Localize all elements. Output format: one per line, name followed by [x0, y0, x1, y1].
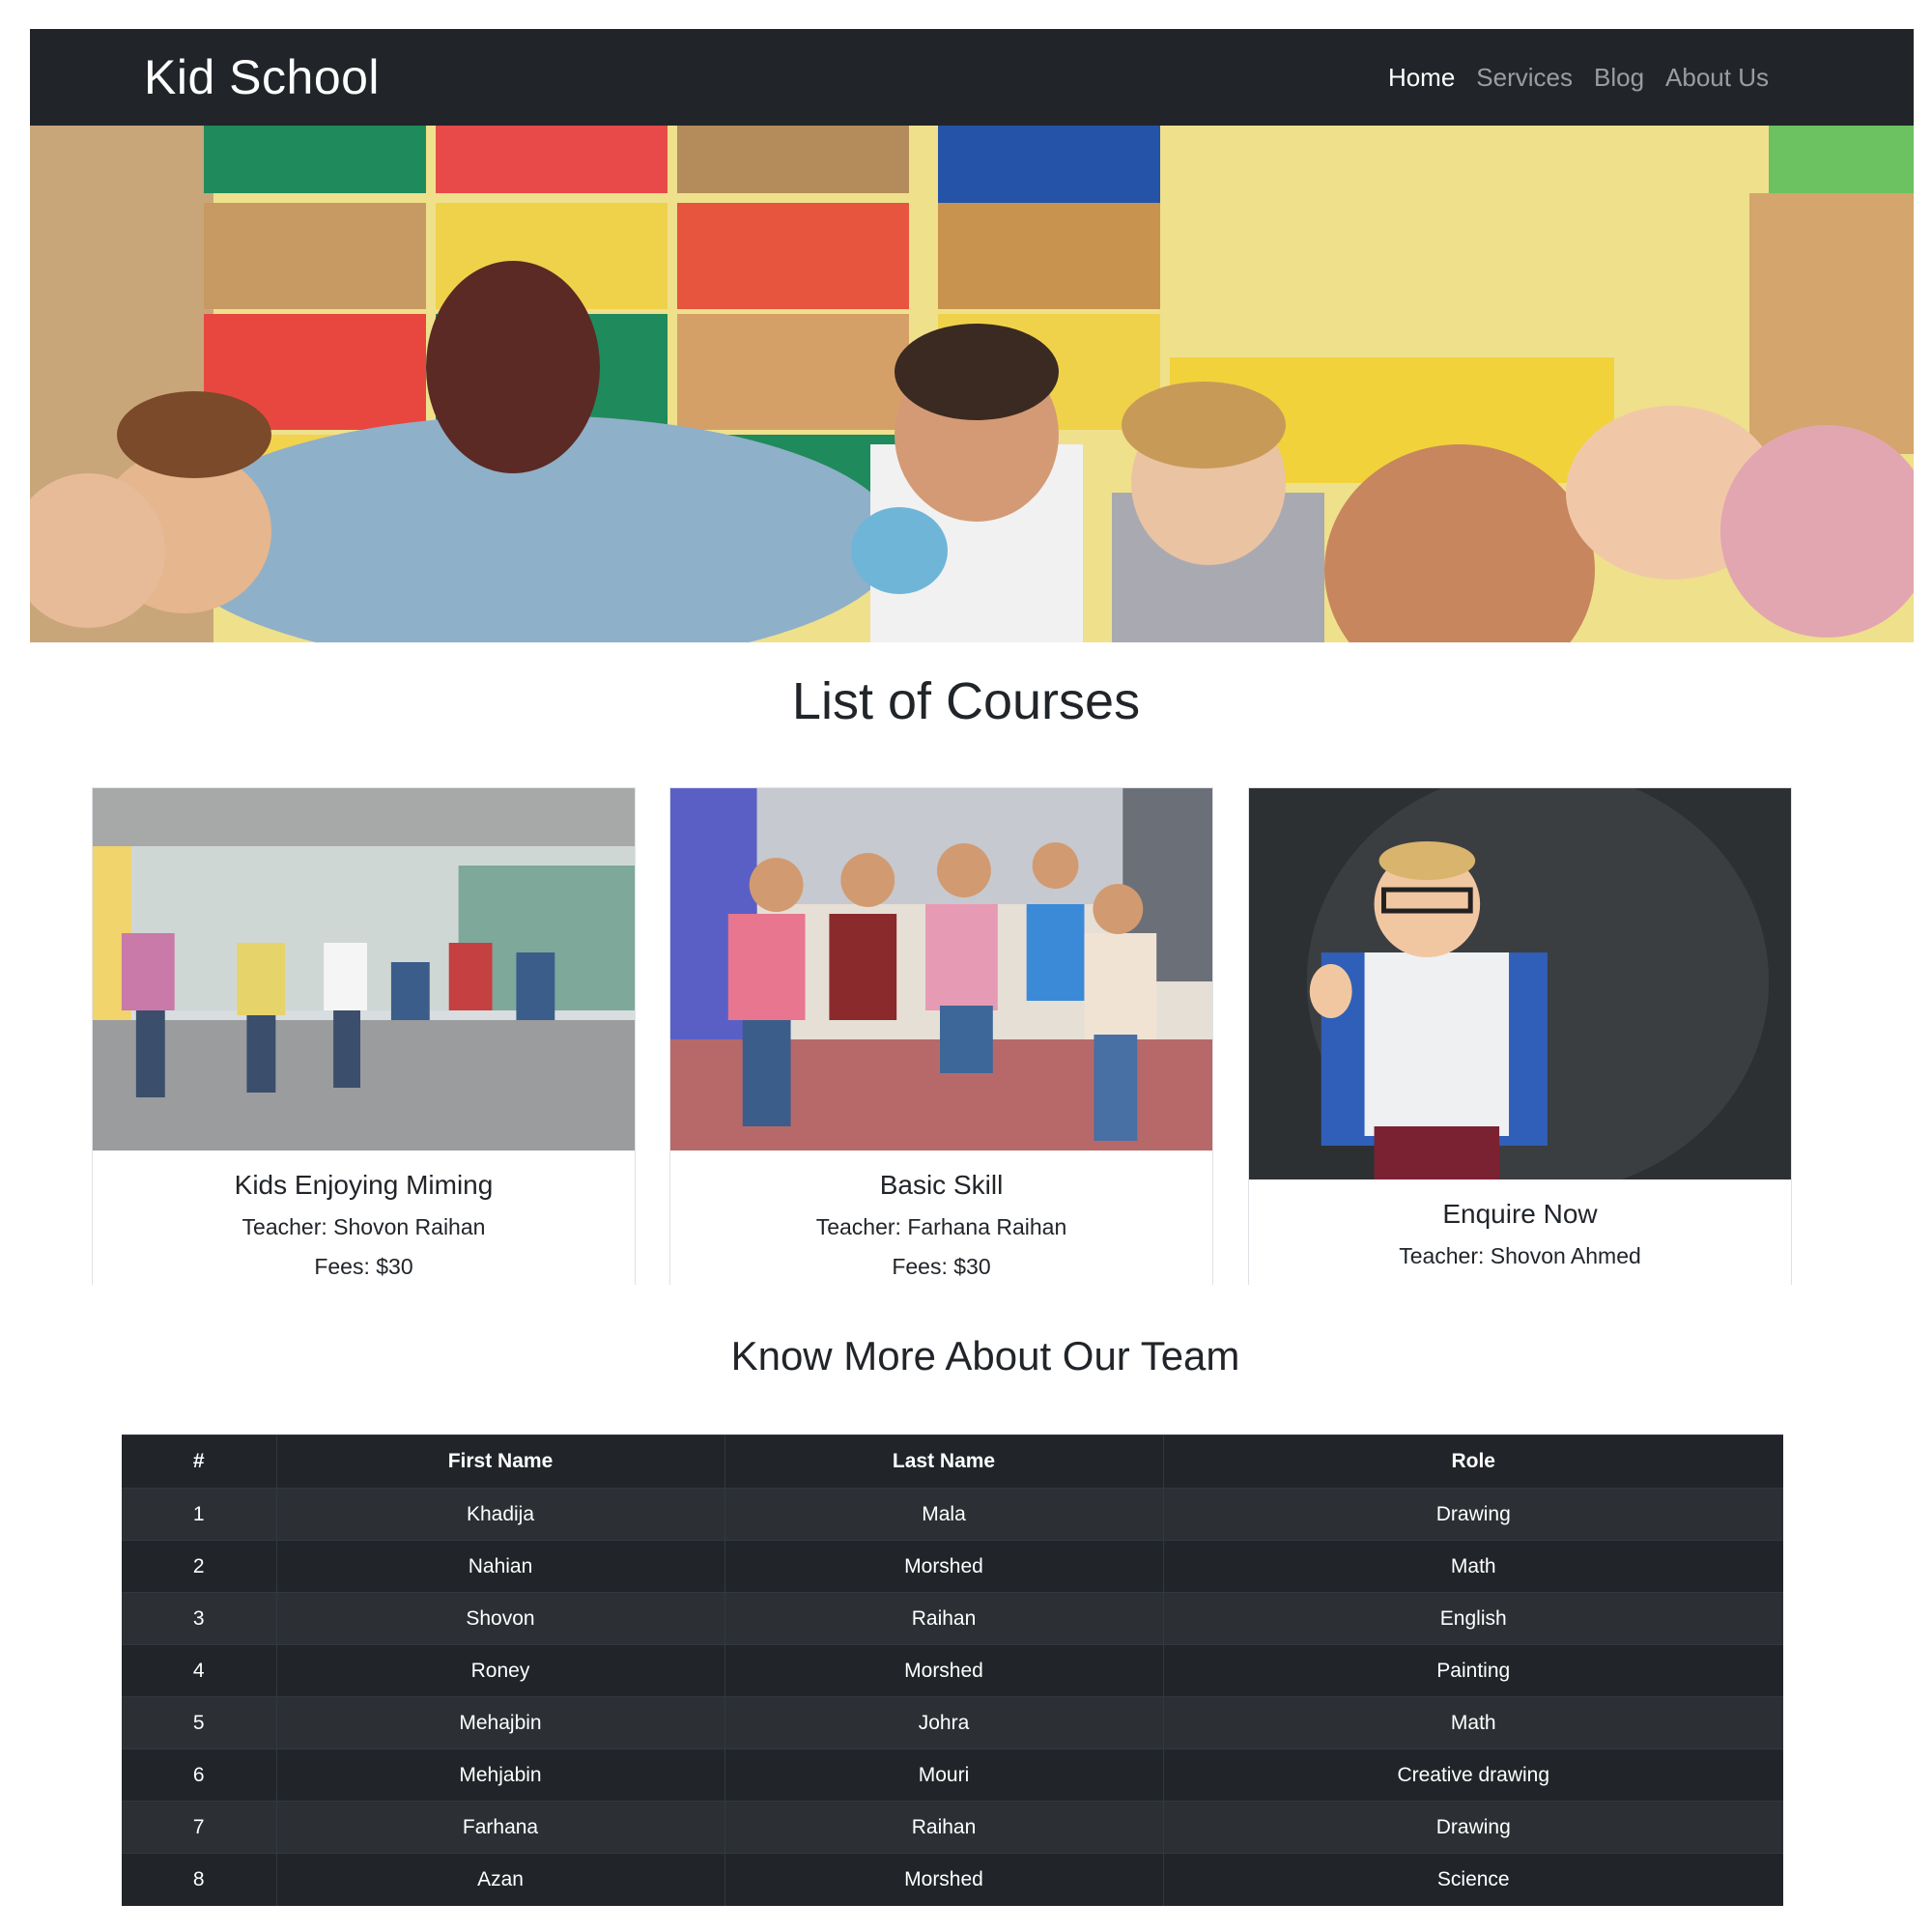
brand-logo[interactable]: Kid School	[144, 49, 380, 105]
cell-last-name: Morshed	[724, 1540, 1164, 1593]
cell-last-name: Mouri	[724, 1748, 1164, 1802]
course-card[interactable]: Enquire Now Teacher: Shovon Ahmed	[1248, 787, 1792, 1285]
cell-last-name: Johra	[724, 1696, 1164, 1749]
table-row: 3 Shovon Raihan English	[122, 1592, 1783, 1645]
cell-first-name: Azan	[276, 1853, 725, 1906]
course-teacher: Teacher: Shovon Ahmed	[1399, 1243, 1641, 1268]
cell-role: Math	[1163, 1540, 1783, 1593]
nav-link-blog[interactable]: Blog	[1594, 63, 1644, 93]
cell-last-name: Raihan	[724, 1592, 1164, 1645]
hero-banner-image	[30, 126, 1914, 642]
course-card-body: Basic Skill Teacher: Farhana Raihan Fees…	[670, 1151, 1212, 1280]
nav-link-home[interactable]: Home	[1388, 63, 1455, 93]
nav-links: Home Services Blog About Us	[1388, 63, 1769, 93]
cell-role: Drawing	[1163, 1801, 1783, 1854]
courses-title: List of Courses	[791, 672, 1141, 730]
table-header-number: #	[122, 1435, 277, 1489]
course-fees: Fees: $30	[892, 1254, 991, 1279]
cell-first-name: Roney	[276, 1644, 725, 1697]
page: Kid School Home Services Blog About Us L…	[0, 0, 1932, 1932]
table-header-first-name: First Name	[276, 1435, 725, 1489]
course-card-body: Enquire Now Teacher: Shovon Ahmed	[1249, 1179, 1791, 1269]
course-fees: Fees: $30	[314, 1254, 413, 1279]
kids-backpacks-photo	[670, 788, 1212, 1151]
table-row: 1 Khadija Mala Drawing	[122, 1488, 1783, 1541]
hero-photo	[30, 126, 1914, 642]
course-title: Basic Skill	[879, 1170, 1004, 1200]
course-card-image	[670, 788, 1212, 1151]
cell-first-name: Mehajbin	[276, 1696, 725, 1749]
cell-number: 4	[122, 1644, 277, 1697]
cell-first-name: Mehjabin	[276, 1748, 725, 1802]
table-row: 5 Mehajbin Johra Math	[122, 1696, 1783, 1749]
cell-number: 6	[122, 1748, 277, 1802]
navbar: Kid School Home Services Blog About Us	[30, 29, 1914, 126]
cell-role: Math	[1163, 1696, 1783, 1749]
course-card[interactable]: Kids Enjoying Miming Teacher: Shovon Rai…	[92, 787, 636, 1285]
kids-corridor-photo	[93, 788, 635, 1151]
cell-number: 8	[122, 1853, 277, 1906]
cell-number: 7	[122, 1801, 277, 1854]
course-title: Enquire Now	[1442, 1199, 1598, 1229]
cell-first-name: Nahian	[276, 1540, 725, 1593]
cell-role: English	[1163, 1592, 1783, 1645]
cell-last-name: Morshed	[724, 1853, 1164, 1906]
cell-first-name: Shovon	[276, 1592, 725, 1645]
table-header-role: Role	[1163, 1435, 1783, 1489]
cell-first-name: Khadija	[276, 1488, 725, 1541]
cell-role: Drawing	[1163, 1488, 1783, 1541]
table-row: 4 Roney Morshed Painting	[122, 1644, 1783, 1697]
table-row: 2 Nahian Morshed Math	[122, 1540, 1783, 1593]
cell-role: Painting	[1163, 1644, 1783, 1697]
team-title: Know More About Our Team	[730, 1333, 1240, 1378]
boy-chalkboard-photo	[1249, 788, 1791, 1179]
course-card[interactable]: Basic Skill Teacher: Farhana Raihan Fees…	[669, 787, 1213, 1285]
cell-first-name: Farhana	[276, 1801, 725, 1854]
team-table: # First Name Last Name Role 1 Khadija Ma…	[122, 1435, 1783, 1906]
course-title: Kids Enjoying Miming	[234, 1170, 494, 1200]
cell-number: 5	[122, 1696, 277, 1749]
course-teacher: Teacher: Farhana Raihan	[815, 1214, 1067, 1239]
course-card-body: Kids Enjoying Miming Teacher: Shovon Rai…	[93, 1151, 635, 1280]
course-cards: Kids Enjoying Miming Teacher: Shovon Rai…	[92, 787, 1792, 1285]
table-header-row: # First Name Last Name Role	[122, 1435, 1783, 1489]
cell-last-name: Morshed	[724, 1644, 1164, 1697]
nav-link-services[interactable]: Services	[1476, 63, 1573, 93]
table-row: 8 Azan Morshed Science	[122, 1853, 1783, 1906]
table-header-last-name: Last Name	[724, 1435, 1164, 1489]
cell-number: 2	[122, 1540, 277, 1593]
nav-link-about-us[interactable]: About Us	[1665, 63, 1769, 93]
course-card-image	[1249, 788, 1791, 1179]
course-teacher: Teacher: Shovon Raihan	[242, 1214, 486, 1239]
table-row: 7 Farhana Raihan Drawing	[122, 1801, 1783, 1854]
course-card-image	[93, 788, 635, 1151]
table-row: 6 Mehjabin Mouri Creative drawing	[122, 1748, 1783, 1802]
cell-number: 1	[122, 1488, 277, 1541]
cell-number: 3	[122, 1592, 277, 1645]
cell-role: Creative drawing	[1163, 1748, 1783, 1802]
cell-role: Science	[1163, 1853, 1783, 1906]
cell-last-name: Raihan	[724, 1801, 1164, 1854]
cell-last-name: Mala	[724, 1488, 1164, 1541]
